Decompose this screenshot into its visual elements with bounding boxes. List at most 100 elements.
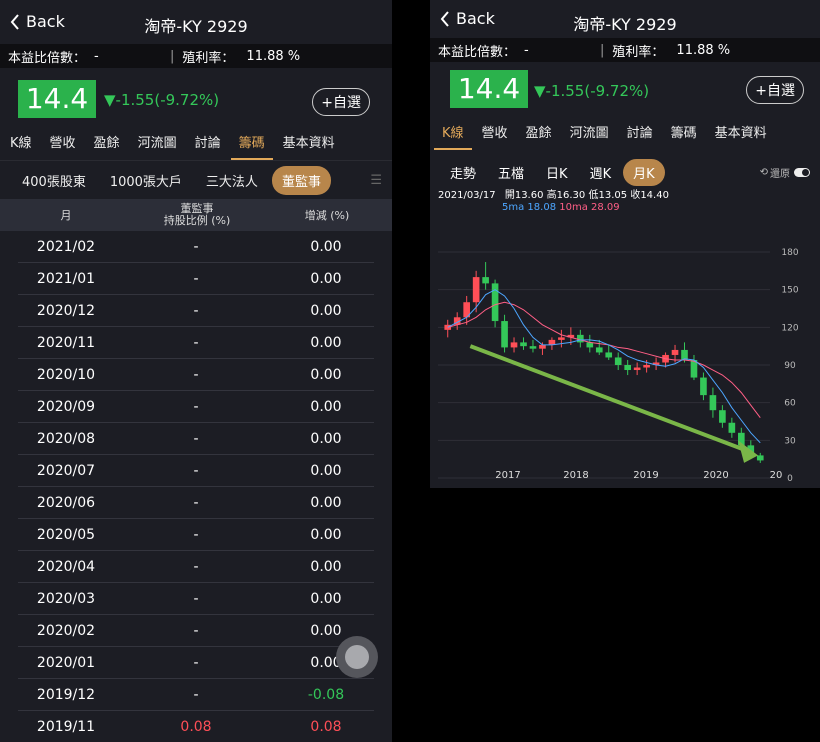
candle-body — [482, 277, 489, 284]
divider: | — [170, 48, 175, 64]
tab-6[interactable]: 基本資料 — [275, 130, 343, 160]
candle-body — [643, 365, 650, 368]
cell-change: 0.00 — [310, 398, 342, 415]
cell-month: 2020/08 — [36, 430, 96, 447]
cell-month: 2020/12 — [36, 302, 96, 319]
table-row: 2019/11 0.08 0.08 — [18, 711, 374, 742]
pe-label: 本益比倍數： — [438, 44, 517, 60]
candle-body — [472, 277, 480, 303]
floating-assistive-button[interactable] — [336, 636, 378, 678]
candlestick-chart[interactable]: 18015012090603002017 2018 2019 2020 20 — [430, 238, 820, 488]
yield-value: 11.88 % — [246, 48, 301, 64]
sub-tabs: 400張股東 1000張大戶 三大法人 董監事 ☰ — [0, 160, 392, 199]
y-tick-label: 120 — [781, 323, 798, 333]
price-change: ▼-1.55(-9.72%) — [104, 91, 220, 109]
tab-2[interactable]: 盈餘 — [86, 130, 128, 160]
tab-4[interactable]: 討論 — [187, 130, 229, 160]
back-button[interactable]: Back — [440, 9, 495, 28]
candle-body — [614, 357, 622, 365]
trend-arrow-head — [738, 440, 759, 463]
period-tab-3[interactable]: 週K — [580, 159, 622, 186]
price-row: 14.4 ▼-1.55(-9.72%) +自選 — [430, 62, 820, 120]
ratio-bar: 本益比倍數： - | 殖利率： 11.88 % — [430, 38, 820, 62]
add-watchlist-button[interactable]: +自選 — [312, 88, 370, 116]
subtab-1[interactable]: 1000張大戶 — [100, 166, 192, 195]
tab-3[interactable]: 河流圖 — [130, 130, 185, 160]
cell-month: 2020/05 — [36, 526, 96, 543]
tab-6[interactable]: 基本資料 — [707, 120, 775, 150]
add-watchlist-button[interactable]: +自選 — [746, 76, 804, 104]
table-row: 2020/11 - 0.00 — [18, 327, 374, 359]
period-tabs: 走勢 五檔 日K 週K 月K ⟲ 還原 — [430, 156, 820, 188]
cell-ratio: - — [193, 430, 199, 447]
back-label: Back — [26, 12, 65, 31]
current-price: 14.4 — [450, 70, 528, 108]
candle-body — [728, 422, 736, 433]
table-row: 2020/12 - 0.00 — [18, 295, 374, 327]
cell-month: 2020/04 — [36, 558, 96, 575]
divider: | — [600, 42, 605, 58]
header-holding-ratio: 董監事 持股比例 (%) — [163, 202, 231, 227]
tab-0[interactable]: K線 — [2, 130, 40, 160]
cell-month: 2021/02 — [36, 238, 96, 255]
tab-2[interactable]: 盈餘 — [518, 120, 560, 150]
back-button[interactable]: Back — [10, 12, 65, 31]
tab-1[interactable]: 營收 — [474, 120, 516, 150]
table-row: 2020/05 - 0.00 — [18, 519, 374, 551]
cell-ratio: - — [193, 526, 199, 543]
cell-ratio: - — [193, 366, 199, 383]
period-tab-4[interactable]: 月K — [623, 158, 665, 186]
subtab-0[interactable]: 400張股東 — [12, 166, 96, 195]
table-row: 2019/12 - -0.08 — [18, 679, 374, 711]
candle-body — [510, 342, 518, 348]
chevron-left-icon — [10, 13, 19, 30]
cell-month: 2021/01 — [36, 270, 96, 287]
period-tab-0[interactable]: 走勢 — [440, 159, 486, 186]
candle-body — [624, 365, 631, 371]
nav-header: Back 淘帝-KY 2929 — [430, 0, 820, 38]
tab-5[interactable]: 籌碼 — [230, 130, 273, 160]
tab-3[interactable]: 河流圖 — [562, 120, 617, 150]
cell-change: 0.08 — [310, 718, 342, 735]
cell-month: 2019/11 — [36, 718, 96, 735]
table-row: 2020/07 - 0.00 — [18, 455, 374, 487]
table-row: 2020/01-0.00 — [18, 647, 374, 679]
ma5-value: 18.08 — [527, 202, 557, 213]
tab-0[interactable]: K線 — [434, 120, 472, 150]
table-row: 2021/02 - 0.00 — [18, 231, 374, 263]
restore-label: 還原 — [770, 168, 790, 180]
cell-ratio: - — [193, 622, 199, 639]
list-icon[interactable]: ☰ — [370, 173, 382, 188]
cell-ratio: - — [193, 686, 199, 703]
candle-body — [491, 283, 499, 322]
y-tick-label: 90 — [784, 361, 796, 371]
subtab-3[interactable]: 董監事 — [271, 165, 331, 195]
period-tab-2[interactable]: 日K — [536, 159, 578, 186]
subtab-2[interactable]: 三大法人 — [196, 166, 268, 195]
period-tab-1[interactable]: 五檔 — [488, 159, 534, 186]
cell-ratio: 0.08 — [180, 718, 212, 735]
x-tick-label: 2020 — [703, 470, 728, 481]
yield-label: 殖利率： — [182, 50, 235, 66]
cell-change: 0.00 — [310, 526, 342, 543]
pe-value: - — [94, 48, 99, 64]
candle-body — [700, 377, 707, 396]
close-value: 14.40 — [640, 190, 669, 201]
candle-body — [539, 344, 546, 349]
main-tabs: K線 營收 盈餘 河流圖 討論 籌碼 基本資料 — [0, 130, 392, 160]
cell-change: 0.00 — [310, 430, 342, 447]
tab-4[interactable]: 討論 — [619, 120, 661, 150]
cell-change: 0.00 — [310, 270, 342, 287]
ma10-value: 28.09 — [591, 202, 620, 213]
restore-toggle[interactable]: ⟲ 還原 — [760, 165, 810, 180]
ratio-bar: 本益比倍數： - | 殖利率： 11.88 % — [0, 44, 392, 68]
table-row: 2020/09 - 0.00 — [18, 391, 374, 423]
refresh-icon: ⟲ — [759, 166, 768, 178]
x-tick-label: 2018 — [563, 470, 588, 481]
candle-body — [709, 395, 717, 411]
cell-month: 2020/10 — [36, 366, 96, 383]
candle-body — [501, 321, 508, 348]
cell-month: 2020/11 — [36, 334, 96, 351]
tab-5[interactable]: 籌碼 — [663, 120, 705, 150]
tab-1[interactable]: 營收 — [42, 130, 84, 160]
